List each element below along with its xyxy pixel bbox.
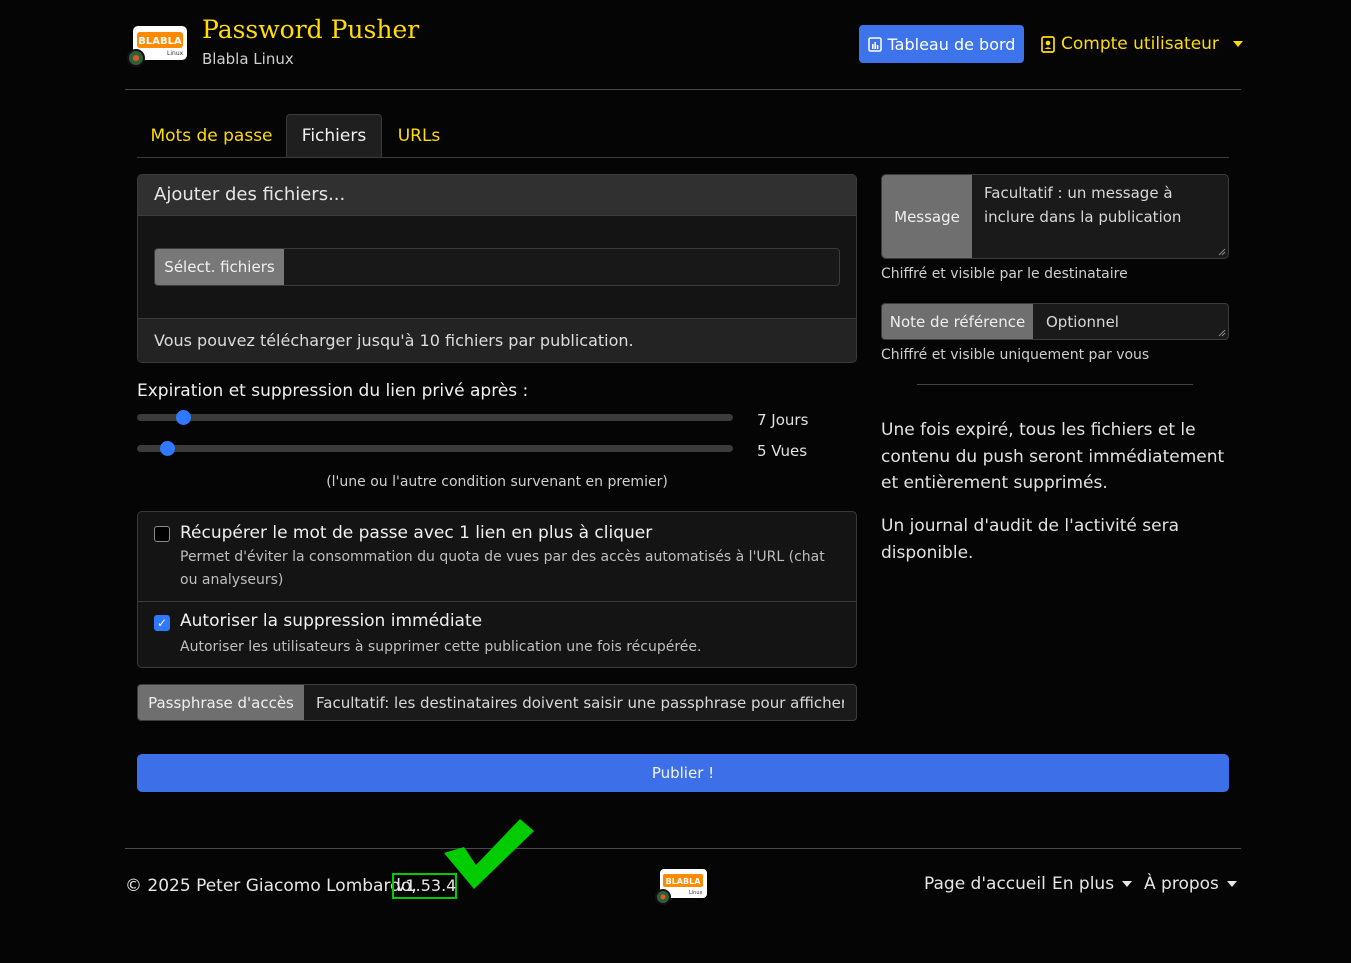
passphrase-label: Passphrase d'accès [138, 685, 304, 720]
footer-divider [125, 848, 1241, 849]
account-menu-label: Compte utilisateur [1061, 34, 1219, 54]
tab-passwords[interactable]: Mots de passe [137, 114, 286, 158]
footer-link-more[interactable]: En plus [1052, 874, 1133, 894]
reference-note-hint: Chiffré et visible uniquement par vous [881, 347, 1150, 363]
message-hint: Chiffré et visible par le destinataire [881, 266, 1128, 282]
chevron-down-icon [1226, 881, 1237, 887]
dashboard-button-label: Tableau de bord [887, 34, 1016, 54]
resize-handle-icon[interactable] [1218, 248, 1226, 256]
views-slider-track[interactable] [137, 445, 733, 452]
account-menu[interactable]: Compte utilisateur [1041, 27, 1243, 61]
message-label: Message [882, 175, 972, 258]
message-input[interactable]: Facultatif : un message à inclure dans l… [984, 181, 1222, 229]
resize-handle-icon[interactable] [1218, 329, 1226, 337]
select-files-button[interactable]: Sélect. fichiers [155, 249, 284, 285]
options-divider [138, 601, 856, 602]
checkmark-icon [444, 819, 534, 889]
days-slider-thumb[interactable] [176, 410, 191, 425]
reference-note-input[interactable]: Optionnel [1046, 313, 1216, 331]
brand-logo[interactable]: BLABLA Linux [127, 22, 191, 68]
footer-copyright: © 2025 Peter Giacomo Lombardo, [125, 876, 417, 896]
reference-note-field[interactable]: Note de référence Optionnel [881, 303, 1229, 340]
audit-info-text: Un journal d'audit de l'activité sera di… [881, 516, 1180, 563]
user-badge-icon [1041, 35, 1055, 53]
footer-logo[interactable]: BLABLA Linux [654, 866, 710, 906]
expiry-info-text: Une fois expiré, tous les fichiers et le… [881, 420, 1225, 493]
deletable-title: Autoriser la suppression immédiate [180, 611, 483, 631]
svg-text:BLABLA: BLABLA [666, 877, 702, 886]
svg-text:Linux: Linux [167, 50, 184, 57]
expiration-note: (l'une ou l'autre condition survenant en… [326, 474, 668, 490]
footer-link-more-label: En plus [1052, 874, 1115, 894]
passphrase-input[interactable]: Facultatif: les destinataires doivent sa… [316, 694, 844, 712]
chevron-down-icon [1122, 881, 1133, 887]
message-field[interactable]: Message Facultatif : un message à inclur… [881, 174, 1229, 259]
retrieval-step-description: Permet d'éviter la consommation du quota… [180, 549, 825, 588]
retrieval-step-title: Récupérer le mot de passe avec 1 lien en… [180, 523, 653, 543]
dashboard-button[interactable]: Tableau de bord [859, 25, 1024, 63]
svg-text:BLABLA: BLABLA [138, 36, 182, 47]
footer-link-home[interactable]: Page d'accueil [924, 874, 1046, 894]
files-card-header: Ajouter des fichiers... [138, 175, 856, 216]
footer-link-about-label: À propos [1144, 874, 1219, 894]
dashboard-icon [867, 36, 882, 52]
brand-title[interactable]: Password Pusher [202, 14, 419, 46]
tab-urls[interactable]: URLs [382, 114, 456, 158]
header-divider [125, 89, 1241, 90]
footer-link-about[interactable]: À propos [1144, 874, 1237, 894]
deletable-checkbox[interactable]: ✓ [154, 615, 170, 631]
right-divider [917, 384, 1193, 385]
tab-files[interactable]: Fichiers [286, 114, 382, 158]
retrieval-step-checkbox[interactable] [154, 526, 170, 542]
views-value: 5 Vues [757, 442, 808, 460]
passphrase-field[interactable]: Passphrase d'accès Facultatif: les desti… [137, 684, 857, 721]
chevron-down-icon [1232, 41, 1243, 47]
files-card: Ajouter des fichiers... Sélect. fichiers… [137, 174, 857, 363]
publish-button[interactable]: Publier ! [137, 754, 1229, 792]
days-slider-track[interactable] [137, 414, 733, 421]
file-input[interactable]: Sélect. fichiers [154, 248, 840, 286]
days-value: 7 Jours [757, 411, 809, 429]
files-card-footer: Vous pouvez télécharger jusqu'à 10 fichi… [138, 318, 856, 362]
deletable-description: Autoriser les utilisateurs à supprimer c… [180, 639, 702, 655]
views-slider-thumb[interactable] [160, 441, 175, 456]
reference-note-label: Note de référence [882, 304, 1033, 339]
svg-text:Linux: Linux [689, 890, 703, 896]
brand-subtitle: Blabla Linux [202, 50, 294, 68]
tabs-divider [137, 157, 1229, 158]
options-box: Récupérer le mot de passe avec 1 lien en… [137, 511, 857, 668]
expiration-title: Expiration et suppression du lien privé … [137, 381, 529, 401]
